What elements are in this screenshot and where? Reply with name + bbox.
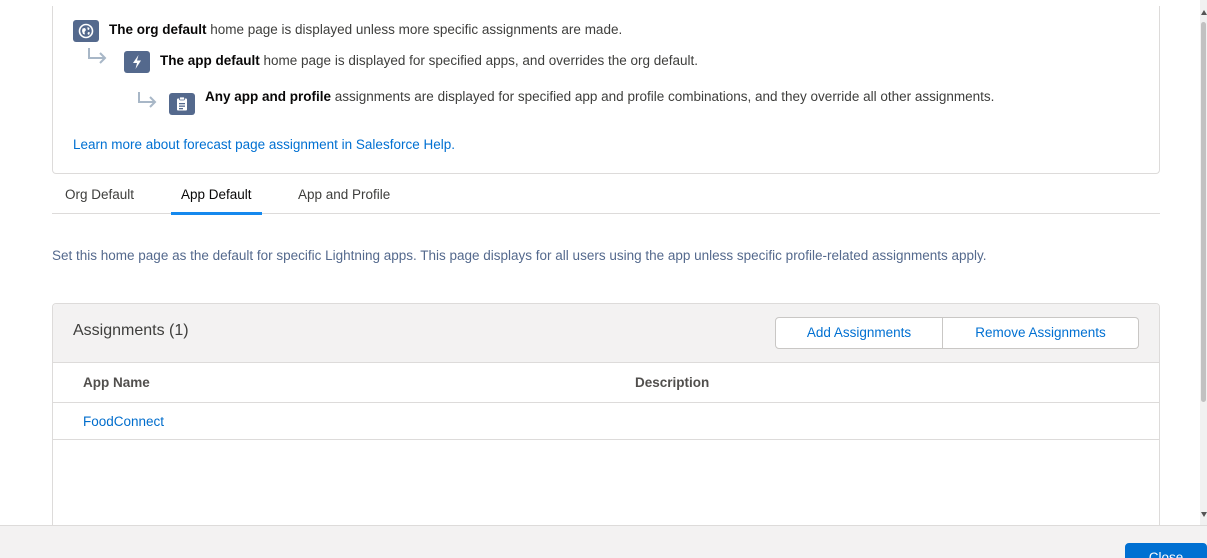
column-header-description[interactable]: Description	[635, 375, 709, 390]
indent-arrow-icon	[138, 92, 157, 108]
close-button[interactable]: Close	[1125, 543, 1207, 558]
app-name-link[interactable]: FoodConnect	[83, 414, 164, 429]
tier-app-default-text: The app default home page is displayed f…	[160, 53, 699, 68]
assignment-info-box: The org default home page is displayed u…	[52, 6, 1160, 174]
assignments-button-group: Add Assignments Remove Assignments	[775, 317, 1139, 349]
modal-body: The org default home page is displayed u…	[0, 0, 1200, 525]
assignments-title: Assignments (1)	[73, 322, 189, 339]
tab-app-and-profile[interactable]: App and Profile	[298, 187, 390, 214]
tier-app-profile-text: Any app and profile assignments are disp…	[205, 89, 995, 104]
lightning-icon	[124, 51, 150, 73]
column-header-app-name[interactable]: App Name	[83, 375, 150, 390]
scroll-up-arrow-icon[interactable]	[1201, 10, 1207, 15]
globe-icon	[73, 20, 99, 42]
scroll-down-arrow-icon[interactable]	[1201, 512, 1207, 517]
add-assignments-button[interactable]: Add Assignments	[775, 317, 943, 349]
indent-arrow-icon	[88, 48, 107, 64]
assignment-tabs: Org Default App Default App and Profile	[52, 184, 1160, 215]
table-header: App Name Description	[53, 363, 1159, 403]
tab-description: Set this home page as the default for sp…	[52, 248, 987, 263]
help-link[interactable]: Learn more about forecast page assignmen…	[73, 137, 455, 152]
tier-app-default: The app default home page is displayed f…	[124, 51, 698, 73]
tier-org-default: The org default home page is displayed u…	[73, 20, 622, 42]
tier-app-profile: Any app and profile assignments are disp…	[169, 87, 1099, 115]
remove-assignments-button[interactable]: Remove Assignments	[943, 317, 1139, 349]
tab-app-default[interactable]: App Default	[171, 187, 262, 215]
table-row: FoodConnect	[53, 403, 1159, 440]
clipboard-icon	[169, 93, 195, 115]
assignments-card-header: Assignments (1) Add Assignments Remove A…	[53, 304, 1159, 363]
modal-footer: Close	[0, 525, 1207, 558]
tier-org-default-text: The org default home page is displayed u…	[109, 22, 623, 37]
scrollbar-thumb[interactable]	[1201, 22, 1206, 402]
tab-org-default[interactable]: Org Default	[65, 187, 134, 214]
assignments-card: Assignments (1) Add Assignments Remove A…	[52, 303, 1160, 525]
